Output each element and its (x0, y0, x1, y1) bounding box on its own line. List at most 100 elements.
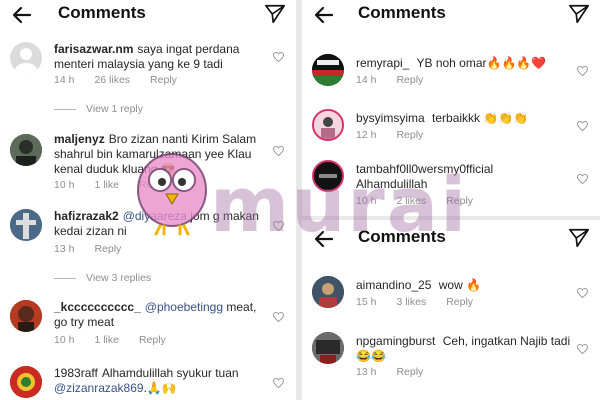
back-arrow-icon[interactable] (312, 227, 336, 251)
avatar-photo-icon (312, 54, 344, 86)
comment-item: aimandino_25 wow 🔥 15 h 3 likes Reply (302, 276, 600, 316)
view-replies-button[interactable]: View 1 reply (54, 103, 143, 115)
comment-meta: 12 h Reply (356, 129, 443, 141)
page-title: Comments (58, 3, 146, 22)
reply-button[interactable]: Reply (139, 179, 166, 191)
comments-header: Comments (302, 0, 600, 30)
comment-emoji: .🙏🙌 (143, 381, 177, 395)
comments-screen-left: Comments farisazwar.nm saya ingat perdana… (0, 0, 296, 400)
comment-time: 10 h (54, 334, 75, 346)
avatar-photo-icon (10, 300, 42, 332)
page-title: Comments (358, 227, 446, 246)
comment-item: _kcccccccccc_ @phoebetingg meat, go try m… (0, 300, 296, 350)
reply-button[interactable]: Reply (150, 74, 177, 86)
comment-text: 1983raff Alhamdulillah syukur tuan @zizan… (54, 366, 270, 396)
avatar[interactable] (10, 209, 42, 241)
heart-icon[interactable] (273, 52, 284, 62)
comment-mention[interactable]: @diyaareza (123, 209, 187, 223)
comment-item: hafizrazak2 @diyaareza jom g makan kedai … (0, 209, 296, 259)
reply-button[interactable]: Reply (446, 296, 473, 308)
heart-icon[interactable] (273, 378, 284, 388)
reply-button[interactable]: Reply (139, 334, 166, 346)
comment-time: 10 h (54, 179, 75, 191)
heart-icon[interactable] (577, 174, 588, 184)
comment-time: 10 h (356, 195, 377, 207)
comment-meta: 10 h 2 likes Reply (356, 195, 493, 207)
comment-item: bysyimsyima terbaikkk 👏👏👏 12 h Reply (302, 109, 600, 149)
avatar-photo-icon (10, 209, 42, 241)
avatar-photo-icon (314, 162, 342, 190)
heart-icon[interactable] (577, 66, 588, 76)
avatar[interactable] (10, 42, 42, 74)
comment-likes[interactable]: 1 like (94, 334, 119, 346)
comment-username[interactable]: bysyimsyima (356, 111, 425, 125)
divider-line (54, 108, 76, 110)
comment-meta: 13 h Reply (356, 366, 443, 378)
comment-likes[interactable]: 3 likes (396, 296, 426, 308)
comment-text: farisazwar.nm saya ingat perdana menteri … (54, 42, 270, 72)
comment-item: remyrapi_ YB noh omar🔥🔥🔥❤️ 14 h Reply (302, 54, 600, 94)
avatar[interactable] (10, 366, 42, 398)
comment-body: Alhamdulillah (356, 177, 428, 191)
comment-username[interactable]: tambahf0ll0wersmy0fficial (356, 162, 493, 176)
comment-body: Alhamdulillah syukur tuan (101, 366, 239, 380)
heart-icon[interactable] (577, 121, 588, 131)
comment-username[interactable]: farisazwar.nm (54, 42, 133, 56)
comment-time: 13 h (356, 366, 377, 378)
back-arrow-icon[interactable] (10, 3, 34, 27)
comment-text: aimandino_25 wow 🔥 (356, 278, 574, 293)
comment-username[interactable]: aimandino_25 (356, 278, 431, 292)
comment-likes[interactable]: 26 likes (94, 74, 130, 86)
comment-body: YB noh omar🔥🔥🔥❤️ (416, 56, 547, 70)
reply-button[interactable]: Reply (94, 243, 121, 255)
heart-icon[interactable] (577, 288, 588, 298)
default-avatar-icon (15, 48, 37, 74)
reply-button[interactable]: Reply (396, 74, 423, 86)
heart-icon[interactable] (577, 344, 588, 354)
comment-username[interactable]: hafizrazak2 (54, 209, 119, 223)
heart-icon[interactable] (273, 146, 284, 156)
comment-text: hafizrazak2 @diyaareza jom g makan kedai … (54, 209, 270, 239)
comment-username[interactable]: _kcccccccccc_ (54, 300, 141, 314)
back-arrow-icon[interactable] (312, 3, 336, 27)
avatar[interactable] (10, 134, 42, 166)
send-icon[interactable] (264, 3, 286, 25)
comment-time: 14 h (54, 74, 75, 86)
reply-button[interactable]: Reply (396, 129, 423, 141)
divider-line (54, 277, 76, 279)
comment-meta: 10 h 1 like Reply (54, 334, 186, 346)
comment-text: maljenyz Bro zizan nanti Kirim Salam shah… (54, 132, 270, 177)
reply-button[interactable]: Reply (396, 366, 423, 378)
comment-username[interactable]: 1983raff (54, 366, 98, 380)
comment-likes[interactable]: 1 like (94, 179, 119, 191)
avatar-photo-icon (312, 332, 344, 364)
comment-meta: 14 h Reply (356, 74, 443, 86)
comments-header: Comments (0, 0, 296, 30)
heart-icon[interactable] (273, 312, 284, 322)
comment-time: 14 h (356, 74, 377, 86)
comment-username[interactable]: npgamingburst (356, 334, 435, 348)
avatar[interactable] (312, 54, 344, 86)
comment-username[interactable]: maljenyz (54, 132, 105, 146)
comments-screen-right-bottom: Comments aimandino_25 wow 🔥 15 h 3 likes R… (302, 220, 600, 400)
reply-button[interactable]: Reply (446, 195, 473, 207)
comment-meta: 15 h 3 likes Reply (356, 296, 493, 308)
avatar[interactable] (312, 160, 344, 192)
comment-likes[interactable]: 2 likes (396, 195, 426, 207)
send-icon[interactable] (568, 227, 590, 249)
avatar-photo-icon (10, 134, 42, 166)
avatar[interactable] (312, 109, 344, 141)
avatar-photo-icon (10, 366, 42, 398)
comment-mention[interactable]: @phoebetingg (145, 300, 223, 314)
avatar[interactable] (312, 332, 344, 364)
view-replies-button[interactable]: View 3 replies (54, 272, 151, 284)
send-icon[interactable] (568, 3, 590, 25)
avatar[interactable] (10, 300, 42, 332)
comment-mention[interactable]: @zizanrazak869 (54, 381, 144, 395)
comment-username[interactable]: remyrapi_ (356, 56, 409, 70)
comment-body: wow 🔥 (438, 278, 482, 292)
avatar[interactable] (312, 276, 344, 308)
comments-screen-right-top: Comments remyrapi_ YB noh omar🔥🔥🔥❤️ 14 h… (302, 0, 600, 216)
comment-meta: 13 h Reply (54, 243, 141, 255)
heart-icon[interactable] (273, 221, 284, 231)
